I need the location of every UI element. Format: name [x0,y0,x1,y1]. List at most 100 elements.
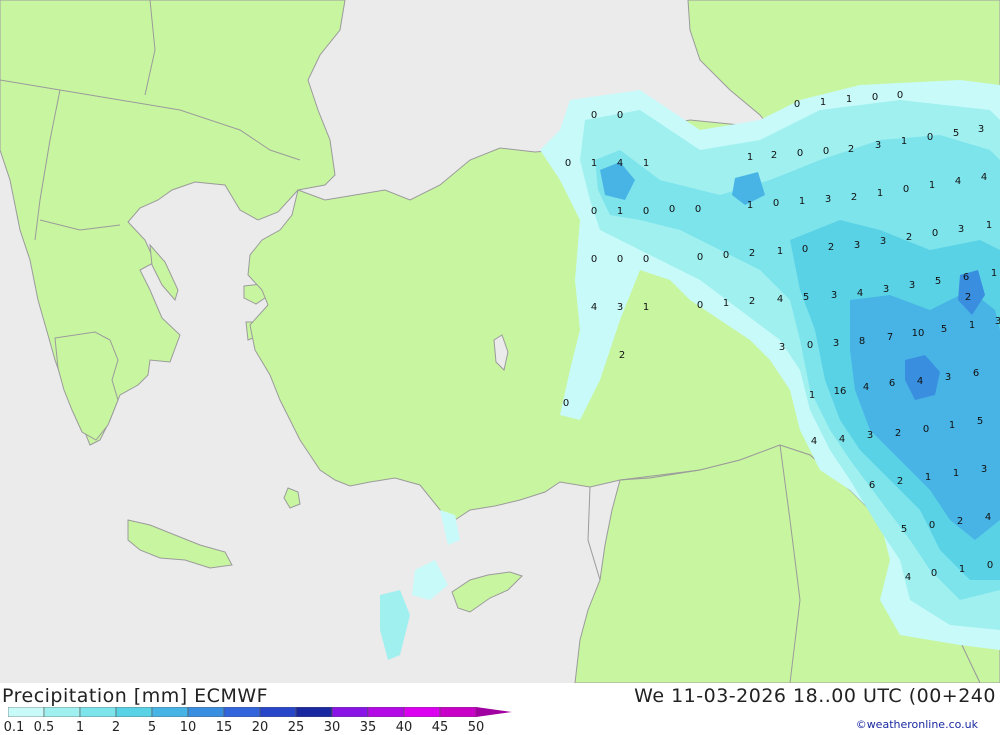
precip-value-label: 5 [935,276,941,287]
precip-value-label: 2 [895,428,901,439]
precip-value-label: 0 [697,252,703,263]
precip-value-label: 1 [643,158,649,169]
valid-time: We 11-03-2026 18..00 UTC (00+240 [634,685,996,707]
legend-swatch [367,707,405,717]
precip-value-label: 0 [773,198,779,209]
precip-value-label: 0 [591,110,597,121]
legend-swatch [295,707,333,717]
legend-swatch [439,707,477,717]
precip-value-label: 3 [825,194,831,205]
chart-title: Precipitation [mm] ECMWF [2,685,269,707]
precip-value-label: 3 [981,464,987,475]
precip-value-label: 3 [909,280,915,291]
precip-value-label: 3 [883,284,889,295]
precip-value-label: 1 [991,268,997,279]
legend-swatch [115,707,153,717]
precip-value-label: 2 [828,242,834,253]
precip-value-label: 4 [811,436,817,447]
precip-value-label: 0 [591,206,597,217]
precip-value-label: 3 [958,224,964,235]
precip-value-label: 4 [777,294,783,305]
precip-value-label: 0 [923,424,929,435]
precip-value-label: 5 [803,292,809,303]
precip-value-label: 7 [887,332,893,343]
precip-value-label: 6 [869,480,875,491]
precip-value-label: 1 [953,468,959,479]
legend-swatch [331,707,369,717]
precip-value-label: 10 [912,328,925,339]
precip-value-label: 3 [945,372,951,383]
precip-value-label: 1 [747,152,753,163]
precip-value-label: 5 [941,324,947,335]
precip-value-label: 1 [846,94,852,105]
legend-swatch [403,707,441,717]
precip-value-label: 4 [839,434,845,445]
precip-value-label: 3 [833,338,839,349]
precip-value-label: 4 [981,172,987,183]
precip-value-label: 0 [872,92,878,103]
precip-value-label: 1 [925,472,931,483]
precip-value-label: 1 [617,206,623,217]
precip-value-label: 2 [897,476,903,487]
precip-value-label: 6 [963,272,969,283]
precip-value-label: 1 [949,420,955,431]
precip-value-label: 1 [777,246,783,257]
precip-value-label: 0 [932,228,938,239]
precip-value-label: 0 [695,204,701,215]
precip-value-label: 0 [697,300,703,311]
legend-colorbar [8,707,512,717]
precip-value-label: 4 [857,288,863,299]
precip-value-label: 0 [802,244,808,255]
legend-arrow [476,707,512,717]
precip-value-label: 0 [931,568,937,579]
legend-swatch [151,707,189,717]
precip-value-label: 8 [859,336,865,347]
precip-value-label: 6 [973,368,979,379]
precip-value-label: 0 [617,254,623,265]
precip-value-label: 0 [987,560,993,571]
precip-value-label: 0 [794,99,800,110]
precip-value-label: 1 [723,298,729,309]
precip-value-label: 3 [867,430,873,441]
precip-value-label: 1 [747,200,753,211]
precip-value-label: 0 [643,206,649,217]
footer: Precipitation [mm] ECMWF We 11-03-2026 1… [0,683,1000,735]
precip-value-label: 16 [834,386,847,397]
precip-value-label: 1 [877,188,883,199]
legend-swatch [223,707,261,717]
precip-value-label: 3 [831,290,837,301]
precipitation-map: 0 00 1 4 11 2 0 0 20 1 1 0 00 1 0 0 00 0 0 0 0 21 0 1 3 23 1 0 5 31 0 1… [0,0,1000,683]
precip-value-label: 0 [797,148,803,159]
credit-link[interactable]: ©weatheronline.co.uk [856,718,978,731]
precip-value-label: 0 [723,250,729,261]
precip-value-label: 1 [591,158,597,169]
precip-value-label: 0 [565,158,571,169]
precip-value-label: 5 [901,524,907,535]
precip-value-label: 2 [771,150,777,161]
precip-value-label: 4 [917,376,923,387]
precip-value-label: 2 [749,248,755,259]
precip-value-label: 1 [959,564,965,575]
precip-value-label: 2 [957,516,963,527]
legend-swatch [259,707,297,717]
precip-value-label: 1 [986,220,992,231]
precip-value-label: 3 [978,124,984,135]
precip-value-label: 3 [617,302,623,313]
precip-value-label: 4 [617,158,623,169]
precip-value-label: 2 [965,292,971,303]
precip-value-label: 0 [617,110,623,121]
precip-value-label: 4 [985,512,991,523]
precip-value-label: 1 [643,302,649,313]
legend-swatch [79,707,117,717]
precip-value-label: 0 [669,204,675,215]
precip-value-label: 2 [749,296,755,307]
precip-value-label: 1 [809,390,815,401]
precip-value-label: 0 [897,90,903,101]
precip-value-label: 6 [889,378,895,389]
precip-value-label: 3 [880,236,886,247]
precip-value-label: 1 [929,180,935,191]
precip-value-label: 1 [969,320,975,331]
precip-value-label: 3 [854,240,860,251]
precip-value-label: 0 [823,146,829,157]
precip-value-label: 4 [863,382,869,393]
